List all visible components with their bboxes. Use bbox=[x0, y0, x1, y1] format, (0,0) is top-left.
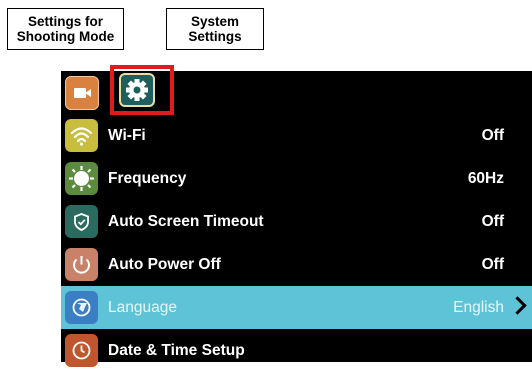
menu-value: Off bbox=[481, 213, 504, 230]
menu-label: Date & Time Setup bbox=[108, 342, 245, 359]
gear-icon bbox=[126, 79, 148, 101]
menu-label: Wi-Fi bbox=[108, 127, 146, 144]
tab-bar bbox=[61, 65, 532, 115]
menu-value: English bbox=[453, 299, 504, 316]
callout-system-settings: System Settings bbox=[166, 8, 264, 50]
menu-label: Frequency bbox=[108, 170, 187, 187]
menu-row-wifi[interactable]: Wi-Fi Off bbox=[61, 114, 532, 157]
shield-icon bbox=[65, 205, 98, 238]
menu-value: 60Hz bbox=[467, 170, 504, 187]
menu-label: Auto Screen Timeout bbox=[108, 213, 264, 230]
tab-system-settings[interactable] bbox=[119, 73, 155, 107]
callout-shooting-mode-text: Settings for Shooting Mode bbox=[16, 14, 115, 44]
wifi-icon bbox=[65, 119, 98, 152]
callout-shooting-mode: Settings for Shooting Mode bbox=[7, 8, 124, 50]
globe-icon bbox=[65, 291, 98, 324]
menu-label: Auto Power Off bbox=[108, 256, 221, 273]
sun-icon bbox=[65, 162, 98, 195]
camera-settings-screen: Wi-Fi Off Frequency 60Hz Auto Screen Tim… bbox=[61, 65, 532, 367]
menu-row-date-time-setup[interactable]: Date & Time Setup bbox=[61, 329, 532, 372]
chevron-right-icon bbox=[508, 296, 527, 315]
callout-system-settings-text: System Settings bbox=[188, 14, 242, 44]
menu-value: Off bbox=[481, 127, 504, 144]
clock-icon bbox=[65, 334, 98, 367]
menu-label: Language bbox=[108, 299, 177, 316]
menu-row-frequency[interactable]: Frequency 60Hz bbox=[61, 157, 532, 200]
menu-value: Off bbox=[481, 256, 504, 273]
menu-row-auto-screen-timeout[interactable]: Auto Screen Timeout Off bbox=[61, 200, 532, 243]
menu-row-auto-power-off[interactable]: Auto Power Off Off bbox=[61, 243, 532, 286]
selection-highlight-box bbox=[110, 65, 174, 115]
tab-shooting-mode[interactable] bbox=[65, 76, 99, 110]
menu-row-language[interactable]: Language English bbox=[61, 286, 532, 329]
power-icon bbox=[65, 248, 98, 281]
